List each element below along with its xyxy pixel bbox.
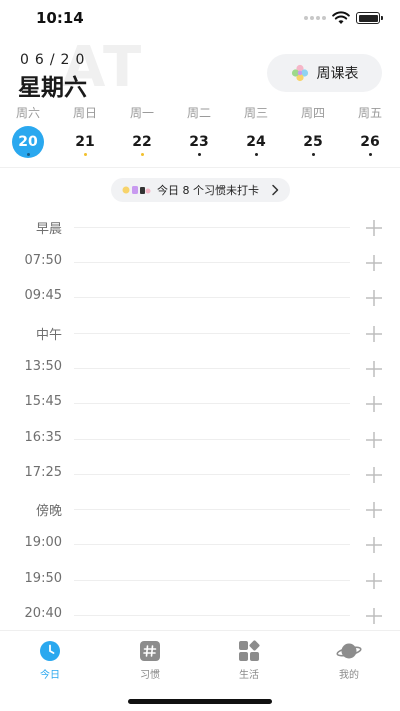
day-date: 20 <box>12 126 44 158</box>
timeline-row[interactable]: 中午 <box>0 316 400 352</box>
timeline-row[interactable]: 16:35 <box>0 422 400 458</box>
plus-icon[interactable] <box>365 536 383 554</box>
tab-today[interactable]: 今日 <box>20 639 80 681</box>
status-bar: 10:14 <box>0 0 400 36</box>
timeline-label: 07:50 <box>24 253 62 268</box>
timeline-label: 傍晚 <box>35 504 62 519</box>
timeline-label: 16:35 <box>24 430 62 445</box>
day-weekday: 周四 <box>300 106 325 120</box>
timeline-divider <box>74 297 350 298</box>
timeline-divider <box>74 262 350 263</box>
plus-icon[interactable] <box>365 360 383 378</box>
timeline-label: 中午 <box>35 328 62 343</box>
day-weekday: 周日 <box>72 106 97 120</box>
timeline-divider <box>74 227 350 228</box>
day-wed[interactable]: 周三 24 <box>236 104 276 158</box>
timeline-divider <box>74 439 350 440</box>
habit-banner-text: 今日 8 个习惯未打卡 <box>157 184 259 197</box>
timeline-row[interactable]: 07:50 <box>0 245 400 281</box>
day-date: 25 <box>297 126 329 158</box>
tab-habits[interactable]: 习惯 <box>120 639 180 681</box>
week-strip: 周六 20 周日 21 周一 22 周二 23 周三 24 周四 25 周五 2… <box>0 104 400 164</box>
timeline-row[interactable]: 20:40 <box>0 598 400 634</box>
tab-label: 今日 <box>40 670 60 681</box>
battery-icon <box>356 12 383 24</box>
day-mon[interactable]: 周一 22 <box>122 104 162 158</box>
timeline-divider <box>74 615 350 616</box>
plus-icon[interactable] <box>365 219 383 237</box>
habit-stickers-icon <box>122 186 151 194</box>
status-time: 10:14 <box>36 9 84 27</box>
plus-icon[interactable] <box>365 501 383 519</box>
flower-icon <box>291 64 308 82</box>
timeline-row[interactable]: 19:50 <box>0 563 400 599</box>
timeline-label: 早晨 <box>35 222 62 237</box>
timeline-label: 17:25 <box>24 465 62 480</box>
header-date: 06/20 <box>20 52 91 68</box>
status-icons <box>304 11 383 25</box>
home-indicator <box>128 699 272 704</box>
plus-icon[interactable] <box>365 289 383 307</box>
plus-icon[interactable] <box>365 431 383 449</box>
day-date: 22 <box>126 126 158 158</box>
day-weekday: 周六 <box>15 106 40 120</box>
timeline-row[interactable]: 17:25 <box>0 457 400 493</box>
timeline-divider <box>74 474 350 475</box>
day-sun[interactable]: 周日 21 <box>65 104 105 158</box>
day-weekday: 周五 <box>357 106 382 120</box>
tab-label: 我的 <box>339 670 359 681</box>
day-fri[interactable]: 周五 26 <box>350 104 390 158</box>
tab-label: 生活 <box>239 670 259 681</box>
timeline-divider <box>74 333 350 334</box>
timeline-row[interactable]: 19:00 <box>0 527 400 563</box>
day-date: 24 <box>240 126 272 158</box>
day-thu[interactable]: 周四 25 <box>293 104 333 158</box>
day-date: 26 <box>354 126 386 158</box>
plus-icon[interactable] <box>365 395 383 413</box>
plus-icon[interactable] <box>365 325 383 343</box>
timeline-row[interactable]: 13:50 <box>0 351 400 387</box>
day-weekday: 周三 <box>243 106 268 120</box>
timeline-divider <box>74 509 350 510</box>
day-date: 23 <box>183 126 215 158</box>
timeline-label: 13:50 <box>24 359 62 374</box>
timeline-label: 20:40 <box>24 606 62 621</box>
timeline-divider <box>74 403 350 404</box>
header-weekday: 星期六 <box>18 75 87 101</box>
plus-icon[interactable] <box>365 254 383 272</box>
wifi-icon <box>332 11 350 24</box>
tab-life[interactable]: 生活 <box>219 639 279 681</box>
timeline-divider <box>74 368 350 369</box>
timeline-label: 19:50 <box>24 571 62 586</box>
timeline-divider <box>74 580 350 581</box>
timeline-divider <box>74 544 350 545</box>
timetable-label: 周课表 <box>316 66 359 82</box>
day-weekday: 周一 <box>129 106 154 120</box>
grid-icon <box>239 640 260 661</box>
planet-icon <box>336 643 362 659</box>
timeline-row[interactable]: 早晨 <box>0 210 400 246</box>
hashtag-icon <box>140 641 160 661</box>
tab-label: 习惯 <box>140 670 160 681</box>
timeline-row[interactable]: 傍晚 <box>0 492 400 528</box>
week-divider <box>0 167 400 168</box>
day-tue[interactable]: 周二 23 <box>179 104 219 158</box>
timeline-row[interactable]: 09:45 <box>0 280 400 316</box>
timeline-row[interactable]: 15:45 <box>0 386 400 422</box>
plus-icon[interactable] <box>365 572 383 590</box>
clock-icon <box>40 641 60 661</box>
tab-profile[interactable]: 我的 <box>319 639 379 681</box>
weekly-timetable-button[interactable]: 周课表 <box>267 54 382 92</box>
chevron-right-icon <box>272 184 279 196</box>
plus-icon[interactable] <box>365 607 383 625</box>
unchecked-habits-banner[interactable]: 今日 8 个习惯未打卡 <box>111 178 290 202</box>
cellular-signal-icon <box>304 16 326 20</box>
day-weekday: 周二 <box>186 106 211 120</box>
timeline-label: 15:45 <box>24 394 62 409</box>
plus-icon[interactable] <box>365 466 383 484</box>
timeline-label: 09:45 <box>24 288 62 303</box>
timeline-label: 19:00 <box>24 535 62 550</box>
day-date: 21 <box>69 126 101 158</box>
day-sat[interactable]: 周六 20 <box>8 104 48 158</box>
